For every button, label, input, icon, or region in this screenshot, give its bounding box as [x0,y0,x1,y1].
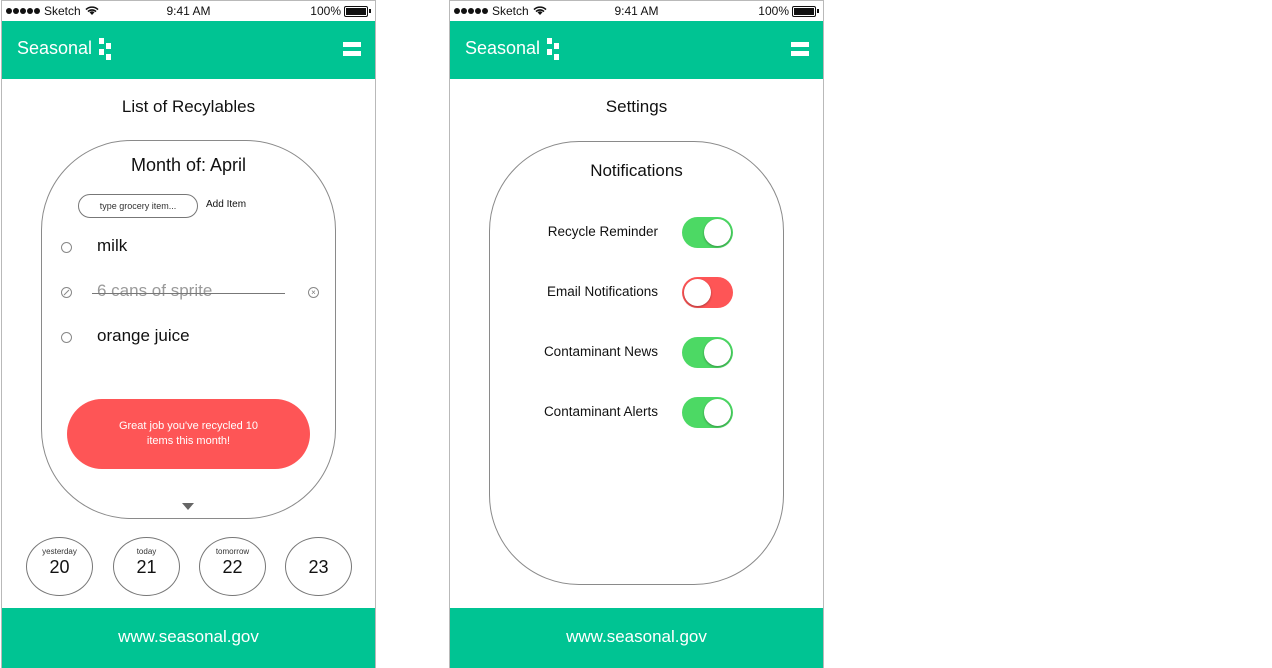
add-item-button[interactable]: Add Item [206,199,246,210]
battery-percent: 100% [758,4,789,18]
hamburger-menu-icon[interactable] [343,42,361,56]
checkbox-icon[interactable] [61,242,72,253]
list-item-completed[interactable]: 6 cans of sprite × [42,281,335,305]
day-number: 20 [49,557,70,577]
day-chip-today[interactable]: today 21 [113,537,180,596]
notifications-heading: Notifications [590,161,683,180]
status-bar: Sketch 9:41 AM 100% [2,1,375,21]
notifications-card: Notifications Recycle Reminder Email Not… [489,141,784,585]
day-chip-yesterday[interactable]: yesterday 20 [26,537,93,596]
contaminant-news-toggle[interactable] [682,337,733,368]
app-header: Seasonal [2,21,375,79]
chevron-down-icon[interactable] [182,503,194,510]
setting-label: Email Notifications [546,284,658,299]
brand-logo-icon [97,38,117,64]
day-label: yesterday [42,547,77,556]
footer-link[interactable]: www.seasonal.gov [2,608,375,668]
setting-row-contaminant-alerts: Contaminant Alerts [490,397,783,429]
day-chip-tomorrow[interactable]: tomorrow 22 [199,537,266,596]
setting-row-recycle-reminder: Recycle Reminder [490,217,783,249]
grocery-item-input[interactable]: type grocery item... [78,194,198,218]
footer-link[interactable]: www.seasonal.gov [450,608,823,668]
page-title: List of Recylables [121,97,256,116]
email-notifications-toggle[interactable] [682,277,733,308]
battery-icon [792,5,816,17]
brand-name: Seasonal [465,38,541,58]
list-item-label: milk [97,236,128,255]
strikethrough-line [92,293,285,294]
month-label: Month of: April [130,155,247,175]
list-item[interactable]: orange juice [42,326,335,350]
battery-icon [344,5,368,17]
day-number: 23 [308,557,329,577]
contaminant-alerts-toggle[interactable] [682,397,733,428]
day-chip[interactable]: 23 [285,537,352,596]
setting-label: Contaminant News [543,344,658,359]
recycle-reminder-toggle[interactable] [682,217,733,248]
list-item-label: orange juice [97,326,190,345]
page-title: Settings [605,97,668,116]
battery-percent: 100% [310,4,341,18]
day-number: 22 [222,557,243,577]
recycled-count-banner: Great job you've recycled 10 items this … [67,399,310,469]
hamburger-menu-icon[interactable] [791,42,809,56]
phone-screen-recyclables: Sketch 9:41 AM 100% Seasonal List of Rec… [1,0,376,668]
recyclables-card: Month of: April type grocery item... Add… [41,140,336,519]
setting-label: Recycle Reminder [547,224,658,239]
setting-row-contaminant-news: Contaminant News [490,337,783,369]
setting-label: Contaminant Alerts [543,404,658,419]
brand-name: Seasonal [17,38,93,58]
checked-checkbox-icon[interactable] [61,287,72,298]
list-item[interactable]: milk [42,236,335,260]
day-number: 21 [136,557,157,577]
list-item-label: 6 cans of sprite [97,281,213,300]
setting-row-email-notifications: Email Notifications [490,277,783,309]
checkbox-icon[interactable] [61,332,72,343]
phone-screen-settings: Sketch 9:41 AM 100% Seasonal Settings No… [449,0,824,668]
status-bar: Sketch 9:41 AM 100% [450,1,823,21]
day-label: today [136,547,157,556]
brand-logo-icon [545,38,565,64]
app-header: Seasonal [450,21,823,79]
remove-item-icon[interactable]: × [308,287,319,298]
day-label: tomorrow [215,547,250,556]
